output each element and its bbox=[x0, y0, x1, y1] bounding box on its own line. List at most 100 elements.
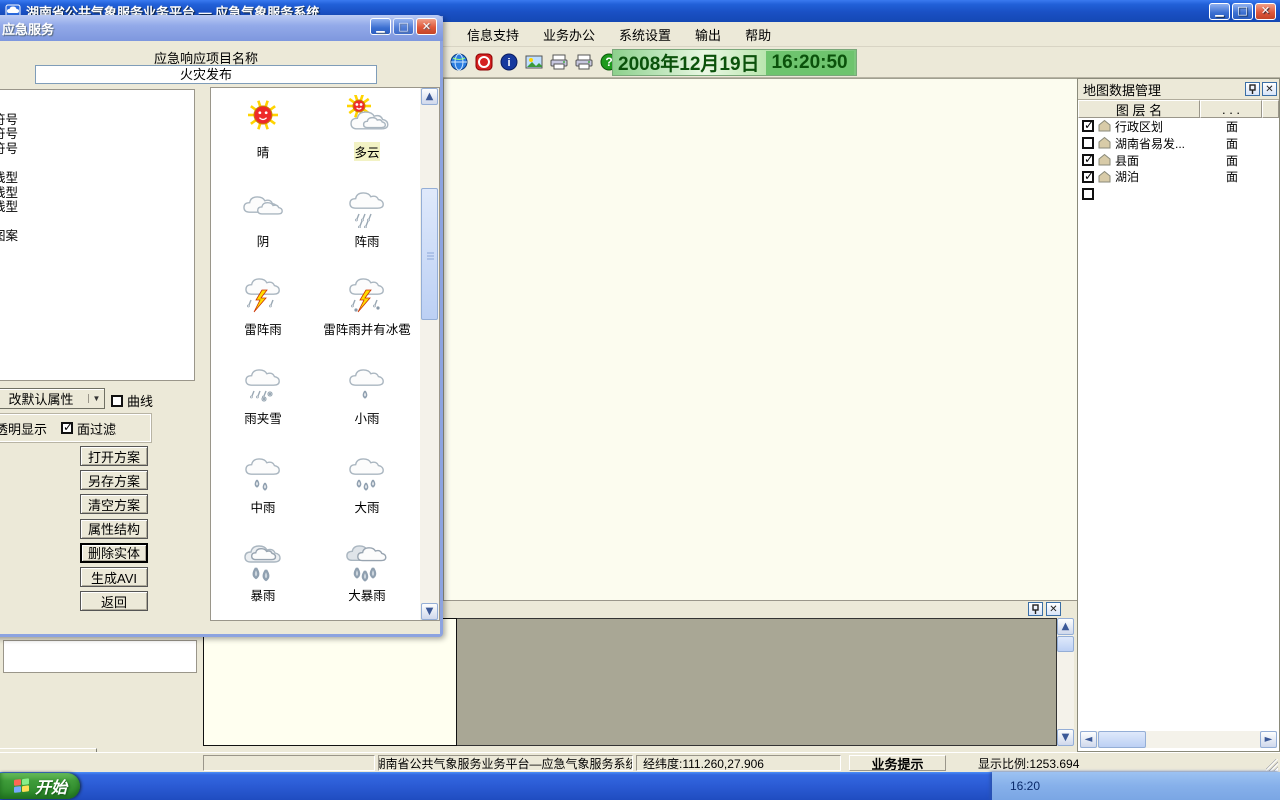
menu-item-1[interactable]: 业务办公 bbox=[531, 22, 607, 47]
tree-leaf-1-1[interactable]: 一般线型 bbox=[0, 186, 194, 201]
scroll-right-icon[interactable]: ► bbox=[1260, 731, 1277, 748]
sidebar-list-box[interactable] bbox=[3, 640, 197, 673]
polygon-icon bbox=[1097, 119, 1112, 133]
layer-row-国道[interactable] bbox=[1078, 185, 1279, 202]
weather-item-heavy-rainstorm[interactable]: 大暴雨 bbox=[315, 531, 419, 618]
scroll-thumb[interactable] bbox=[421, 188, 438, 320]
scroll-thumb[interactable] bbox=[1057, 636, 1074, 652]
scroll-up-icon[interactable]: ▲ bbox=[421, 88, 438, 105]
weather-item-rainstorm[interactable]: 暴雨 bbox=[211, 531, 315, 618]
dialog-minimize-button[interactable]: ▁ bbox=[370, 18, 391, 35]
minimize-button[interactable]: ▁ bbox=[1209, 3, 1230, 20]
col-extra[interactable] bbox=[1262, 100, 1279, 118]
default-attribute-dropdown[interactable]: 改默认属性 ▼ bbox=[0, 388, 105, 409]
pin-icon[interactable] bbox=[1028, 602, 1043, 616]
weather-item-label: 雷阵雨 bbox=[244, 319, 282, 338]
tree-leaf-1-0[interactable]: 简单线型 bbox=[0, 171, 194, 186]
layer-row-湖南省易发...[interactable]: 湖南省易发...面 bbox=[1078, 135, 1279, 152]
image-icon[interactable] bbox=[525, 53, 543, 71]
layer-checkbox[interactable] bbox=[1082, 188, 1094, 200]
tree-leaf-3-1[interactable]: 标签 bbox=[0, 273, 194, 288]
weather-item-shower[interactable]: 阵雨 bbox=[315, 177, 419, 264]
button-生成AVI[interactable]: 生成AVI bbox=[80, 567, 148, 587]
scroll-left-icon[interactable]: ◄ bbox=[1080, 731, 1097, 748]
col-layer-type[interactable]: . . . bbox=[1200, 100, 1262, 118]
button-返回[interactable]: 返回 bbox=[80, 591, 148, 611]
weather-thunderstorm-icon bbox=[239, 272, 287, 316]
weather-item-moderate-rain[interactable]: 中雨 bbox=[211, 443, 315, 530]
layer-row-湖泊[interactable]: 湖泊面 bbox=[1078, 168, 1279, 185]
dialog-close-button[interactable]: ✕ bbox=[416, 18, 437, 35]
left-sidebar: 显示消息 bbox=[0, 637, 200, 752]
weather-item-heavy-rain[interactable]: 大雨 bbox=[315, 443, 419, 530]
weather-item-overcast[interactable]: 阴 bbox=[211, 177, 315, 264]
curve-checkbox[interactable]: 曲线 bbox=[111, 391, 153, 410]
button-打开方案[interactable]: 打开方案 bbox=[80, 446, 148, 466]
info-icon[interactable]: i bbox=[500, 53, 518, 71]
tree-leaf-3-0[interactable]: 箭标 bbox=[0, 259, 194, 274]
checkbox-checked-icon[interactable] bbox=[61, 422, 73, 434]
tree-leaf-0-1[interactable]: 一般符号 bbox=[0, 127, 194, 142]
face-filter-checkbox[interactable]: 面过滤 bbox=[61, 419, 116, 438]
weather-item-partly-cloudy[interactable]: 多云 bbox=[315, 88, 419, 175]
start-button[interactable]: 开始 bbox=[0, 773, 80, 799]
layer-panel-hscrollbar[interactable]: ◄ ► bbox=[1080, 731, 1277, 748]
layer-checkbox[interactable] bbox=[1082, 154, 1094, 166]
weather-item-thunder-hail[interactable]: 雷阵雨并有冰雹 bbox=[315, 265, 419, 352]
scroll-down-icon[interactable]: ▼ bbox=[421, 603, 438, 620]
weather-item-label: 阴 bbox=[257, 231, 270, 250]
menu-item-2[interactable]: 系统设置 bbox=[607, 22, 683, 47]
tree-leaf-2-0[interactable]: 气象图案 bbox=[0, 229, 194, 244]
tree-leaf-0-0[interactable]: 栅格符号 bbox=[0, 113, 194, 128]
globe-icon[interactable] bbox=[450, 53, 468, 71]
pin-icon[interactable] bbox=[1245, 82, 1260, 96]
menu-item-3[interactable]: 输出 bbox=[683, 22, 733, 47]
close-button[interactable]: ✕ bbox=[1255, 3, 1276, 20]
weather-grid: 晴多云阴阵雨雷阵雨雷阵雨并有冰雹雨夹雪小雨中雨大雨暴雨大暴雨 bbox=[211, 88, 419, 620]
close-icon[interactable]: ✕ bbox=[1046, 602, 1061, 616]
tree-node-0[interactable]: 符号 bbox=[0, 98, 194, 113]
checkbox-icon[interactable] bbox=[111, 395, 123, 407]
transparent-label[interactable]: 透明显示 bbox=[0, 419, 47, 438]
tree-node-2[interactable]: 图案 bbox=[0, 215, 194, 230]
station-table[interactable] bbox=[203, 618, 457, 746]
bottom-panel-vscrollbar[interactable]: ▲ ▼ bbox=[1057, 618, 1074, 746]
maximize-button[interactable]: □ bbox=[1232, 3, 1253, 20]
datetime-panel: 2008年12月19日 16:20:50 bbox=[612, 49, 857, 76]
dialog-titlebar[interactable]: 应急服务 ▁ □ ✕ bbox=[0, 15, 443, 41]
stop-icon[interactable] bbox=[475, 53, 493, 71]
printer-icon[interactable] bbox=[550, 53, 568, 71]
weather-list-scrollbar[interactable]: ▲ ▼ bbox=[420, 88, 439, 620]
button-另存方案[interactable]: 另存方案 bbox=[80, 470, 148, 490]
layer-checkbox[interactable] bbox=[1082, 137, 1094, 149]
layer-row-行政区划[interactable]: 行政区划面 bbox=[1078, 118, 1279, 135]
button-清空方案[interactable]: 清空方案 bbox=[80, 494, 148, 514]
layer-list: 行政区划面湖南省易发...面县面面湖泊面 bbox=[1078, 118, 1279, 202]
scroll-thumb[interactable] bbox=[1098, 731, 1146, 748]
printer-icon[interactable] bbox=[575, 53, 593, 71]
symbol-tree-box[interactable]: 符号栅格符号一般符号气象符号线型简单线型一般线型气象线型图案气象图案其他箭标标签 bbox=[0, 89, 195, 381]
layer-checkbox[interactable] bbox=[1082, 171, 1094, 183]
resize-grip[interactable] bbox=[1266, 759, 1278, 771]
button-属性结构[interactable]: 属性结构 bbox=[80, 519, 148, 539]
col-layer-name[interactable]: 图 层 名 bbox=[1078, 100, 1200, 118]
layer-row-县面[interactable]: 县面面 bbox=[1078, 152, 1279, 169]
business-tip-button[interactable]: 业务提示 bbox=[849, 755, 946, 771]
close-icon[interactable]: ✕ bbox=[1262, 82, 1277, 96]
scroll-up-icon[interactable]: ▲ bbox=[1057, 618, 1074, 635]
tree-leaf-0-2[interactable]: 气象符号 bbox=[0, 142, 194, 157]
button-删除实体[interactable]: 删除实体 bbox=[80, 543, 148, 563]
tree-node-1[interactable]: 线型 bbox=[0, 156, 194, 171]
menu-item-0[interactable]: 信息支持 bbox=[455, 22, 531, 47]
weather-item-thunderstorm[interactable]: 雷阵雨 bbox=[211, 265, 315, 352]
tree-node-3[interactable]: 其他 bbox=[0, 244, 194, 259]
dialog-maximize-button[interactable]: □ bbox=[393, 18, 414, 35]
map-canvas[interactable] bbox=[443, 78, 1077, 600]
tree-leaf-1-2[interactable]: 气象线型 bbox=[0, 200, 194, 215]
project-name-input[interactable]: 火灾发布 bbox=[35, 65, 377, 84]
clock: 16:20 bbox=[1010, 779, 1040, 793]
weather-item-sunny[interactable]: 晴 bbox=[211, 88, 315, 175]
scroll-down-icon[interactable]: ▼ bbox=[1057, 729, 1074, 746]
menu-item-4[interactable]: 帮助 bbox=[733, 22, 783, 47]
layer-checkbox[interactable] bbox=[1082, 120, 1094, 132]
